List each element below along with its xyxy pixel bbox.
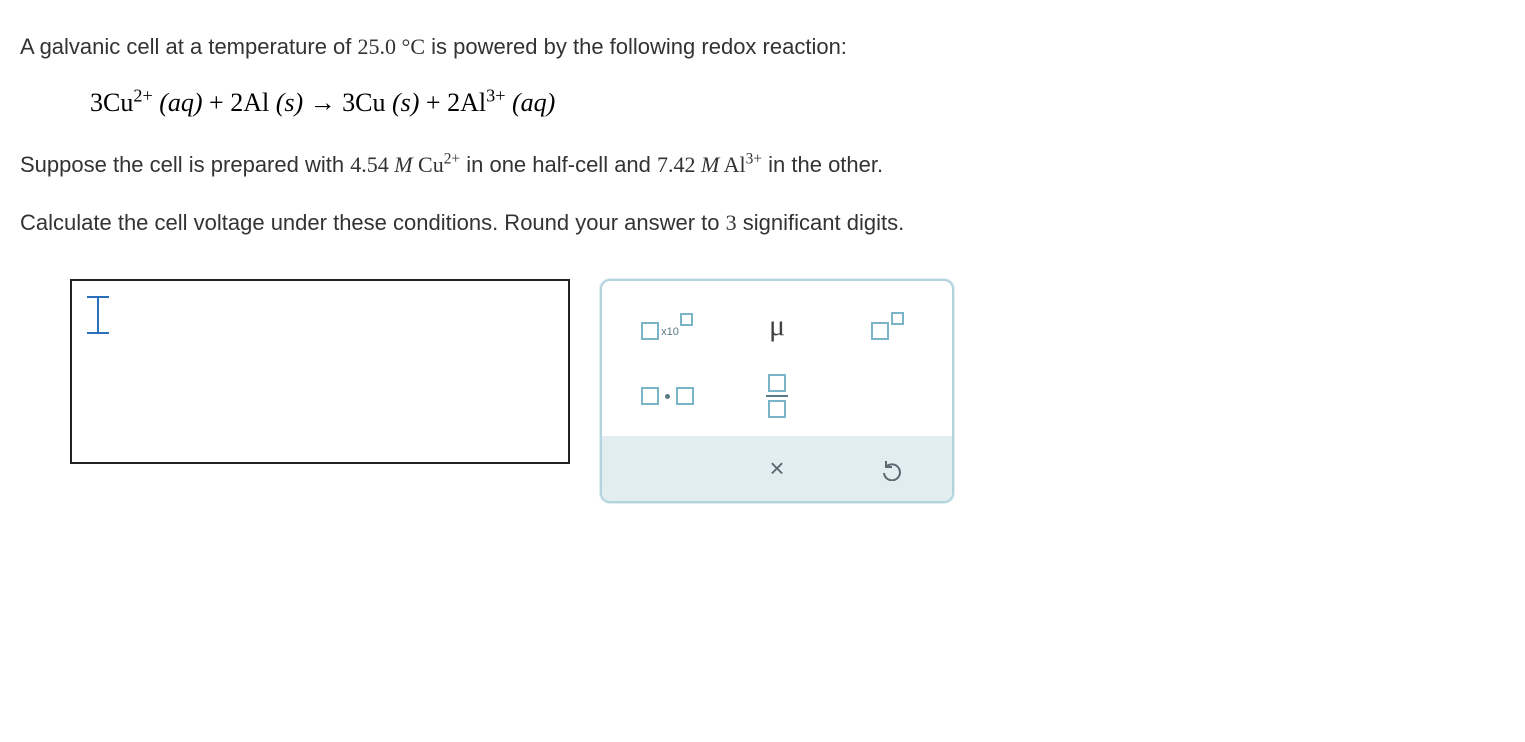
problem-instruction: Calculate the cell voltage under these c…: [20, 206, 1505, 239]
fraction-bar-icon: [766, 395, 788, 397]
eq-part4: 2Al: [447, 88, 486, 117]
mu-button[interactable]: μ: [722, 291, 832, 361]
answer-input[interactable]: [70, 279, 570, 464]
dot-icon: [665, 394, 670, 399]
conc2-charge: 3+: [746, 151, 762, 168]
problem-intro: A galvanic cell at a temperature of 25.0…: [20, 30, 1505, 63]
instruction-post: significant digits.: [737, 210, 905, 235]
placeholder-box-icon: [891, 312, 904, 325]
placeholder-box-icon: [768, 400, 786, 418]
instruction-pre: Calculate the cell voltage under these c…: [20, 210, 726, 235]
intro-prefix: A galvanic cell at a temperature of: [20, 34, 358, 59]
conc2-val: 7.42: [657, 152, 701, 177]
cursor-placeholder-icon: [87, 296, 109, 334]
undo-button[interactable]: [835, 436, 952, 501]
conc2-species: Al: [719, 152, 745, 177]
sig-digits: 3: [726, 210, 737, 235]
placeholder-box-icon: [871, 322, 889, 340]
temperature-value: 25.0 °C: [358, 34, 425, 59]
superscript-button[interactable]: [832, 291, 942, 361]
conc1-charge: 2+: [444, 151, 460, 168]
x10-label: x10: [661, 326, 679, 338]
conc2-unit: M: [701, 152, 719, 177]
placeholder-box-icon: [641, 387, 659, 405]
p2-mid: in one half-cell and: [460, 152, 657, 177]
fraction-button[interactable]: [722, 361, 832, 431]
eq-sup1: 2+: [133, 85, 152, 105]
calculator-pad: x10 μ: [600, 279, 954, 503]
clear-button[interactable]: ×: [719, 436, 836, 501]
eq-state2: (s): [269, 88, 303, 117]
eq-arrow: →: [310, 88, 343, 117]
conc1-species: Cu: [413, 152, 444, 177]
eq-plus1: +: [209, 88, 224, 117]
empty-cell: [832, 361, 942, 431]
eq-state4: (aq): [505, 88, 555, 117]
placeholder-box-icon: [768, 374, 786, 392]
placeholder-box-icon: [676, 387, 694, 405]
eq-plus2: +: [426, 88, 441, 117]
redox-equation: 3Cu2+ (aq) + 2Al (s) → 3Cu (s) + 2Al3+ (…: [90, 88, 1505, 118]
x-icon: ×: [769, 453, 784, 484]
placeholder-box-icon: [641, 322, 659, 340]
multiply-button[interactable]: [612, 361, 722, 431]
placeholder-box-icon: [680, 313, 693, 326]
mu-icon: μ: [769, 309, 785, 343]
eq-part3: 3Cu: [342, 88, 385, 117]
eq-state3: (s): [385, 88, 419, 117]
conc1-val: 4.54: [350, 152, 394, 177]
eq-state1: (aq): [153, 88, 203, 117]
eq-part2: 2Al: [230, 88, 269, 117]
p2-pre: Suppose the cell is prepared with: [20, 152, 350, 177]
eq-part1: 3Cu: [90, 88, 133, 117]
problem-conditions: Suppose the cell is prepared with 4.54 M…: [20, 148, 1505, 181]
intro-suffix: is powered by the following redox reacti…: [425, 34, 847, 59]
conc1-unit: M: [394, 152, 412, 177]
eq-sup2: 3+: [486, 85, 505, 105]
scientific-notation-button[interactable]: x10: [612, 291, 722, 361]
p2-post: in the other.: [762, 152, 883, 177]
undo-icon: [882, 457, 906, 481]
